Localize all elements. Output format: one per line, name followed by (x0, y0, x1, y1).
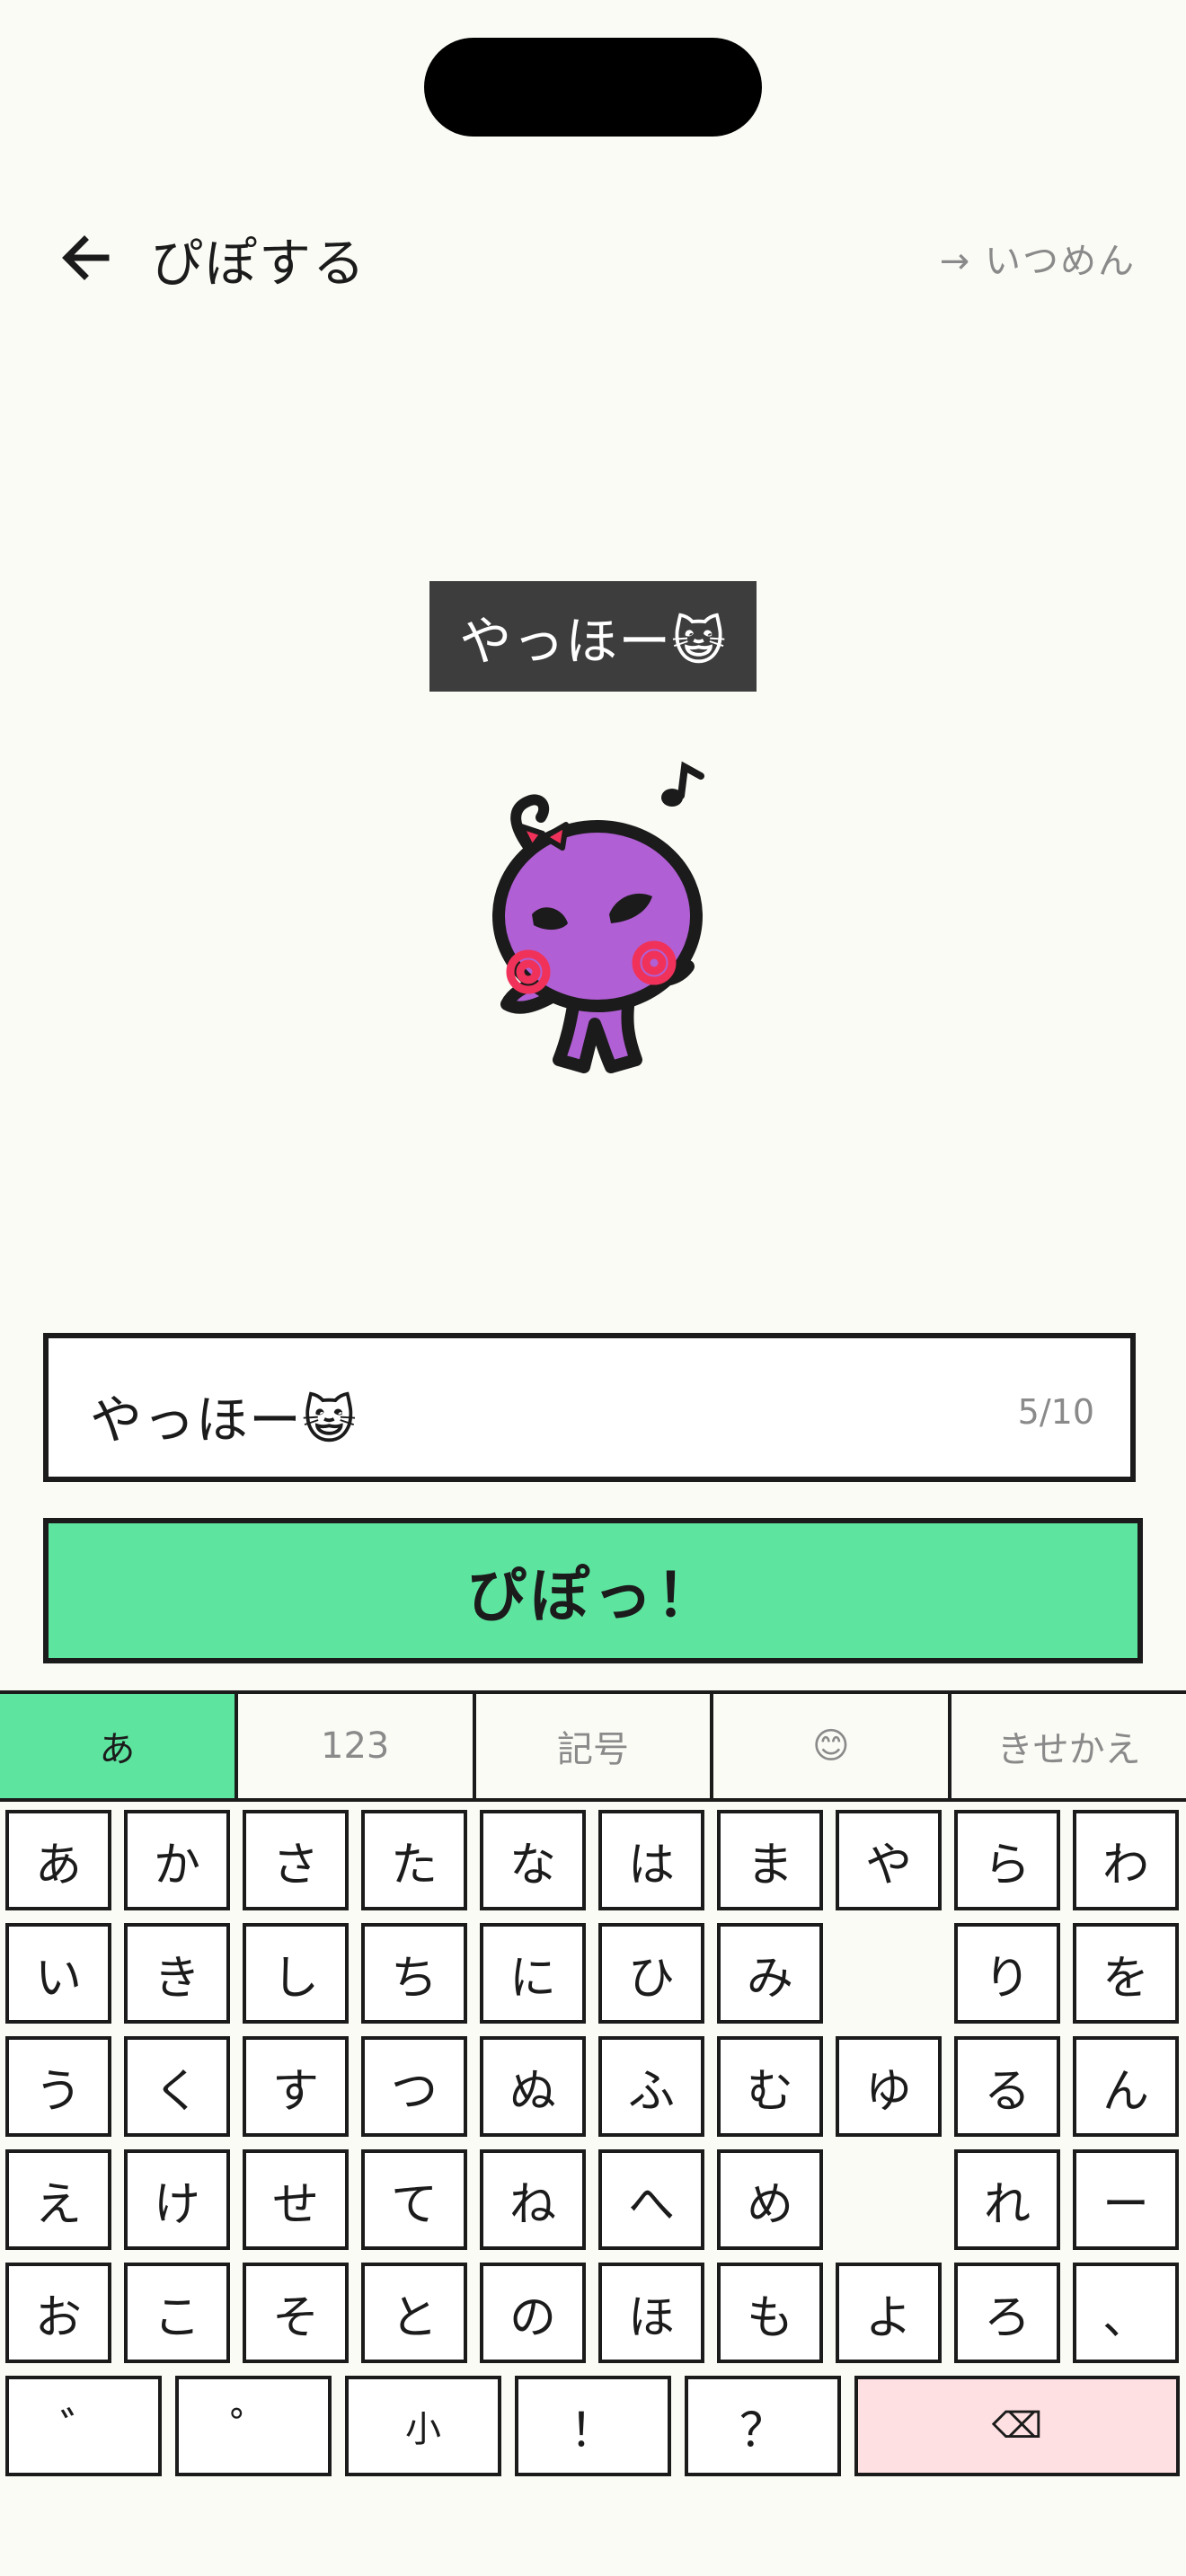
kana-key[interactable]: り (954, 1923, 1060, 2024)
kana-key[interactable]: も (717, 2263, 823, 2363)
keyboard-spacer (836, 2149, 942, 2250)
keyboard-tabs: あ 123 記号 😊 きせかえ (0, 1690, 1186, 1802)
exclamation-key[interactable]: ！ (515, 2376, 671, 2476)
kana-key[interactable]: ら (954, 1810, 1060, 1910)
kana-key[interactable]: め (717, 2149, 823, 2250)
arrow-left-icon (62, 235, 110, 280)
tab-numbers[interactable]: 123 (237, 1694, 476, 1798)
kana-key[interactable]: い (5, 1923, 111, 2024)
small-kana-key[interactable]: 小 (345, 2376, 501, 2476)
header: ぴぽする → いつめん (0, 207, 1186, 305)
tab-hiragana[interactable]: あ (0, 1694, 238, 1798)
kana-key[interactable]: よ (836, 2263, 942, 2363)
kana-key[interactable]: あ (5, 1810, 111, 1910)
kana-key[interactable]: ふ (598, 2036, 704, 2137)
backspace-icon[interactable]: ⌫ (854, 2376, 1180, 2476)
kana-key[interactable]: し (243, 1923, 349, 2024)
friends-link[interactable]: → いつめん (940, 232, 1136, 284)
kana-key[interactable]: ぬ (480, 2036, 586, 2137)
kana-key[interactable]: れ (954, 2149, 1060, 2250)
kana-key[interactable]: こ (124, 2263, 230, 2363)
kana-keyboard: あかさたなはまやらわいきしちにひみ りをうくすつぬふむゆるんえけせてねへめ れーおこ… (5, 1810, 1179, 2363)
tab-emoji[interactable]: 😊 (713, 1694, 952, 1798)
kana-key[interactable]: せ (243, 2149, 349, 2250)
kana-key[interactable]: る (954, 2036, 1060, 2137)
handakuten-key[interactable]: ゜ (175, 2376, 332, 2476)
speech-bubble: やっほー😺 (429, 581, 757, 692)
kana-key[interactable]: う (5, 2036, 111, 2137)
back-button[interactable] (56, 226, 119, 289)
keyboard-bottom-row: ゛゜小！？ ⌫ (5, 2376, 1182, 2476)
kana-key[interactable]: 、 (1073, 2263, 1179, 2363)
page-title: ぴぽする (151, 233, 367, 294)
kana-key[interactable]: す (243, 2036, 349, 2137)
message-input-value: やっほー😺 (90, 1389, 358, 1451)
kana-key[interactable]: か (124, 1810, 230, 1910)
kana-key[interactable]: け (124, 2149, 230, 2250)
message-input[interactable]: やっほー😺 5/10 (43, 1333, 1136, 1482)
kana-key[interactable]: ゆ (836, 2036, 942, 2137)
kana-key[interactable]: ち (361, 1923, 467, 2024)
character-illustration (492, 761, 704, 1073)
kana-key[interactable]: を (1073, 1923, 1179, 2024)
kana-key[interactable]: ね (480, 2149, 586, 2250)
kana-key[interactable]: や (836, 1810, 942, 1910)
tab-symbols[interactable]: 記号 (475, 1694, 714, 1798)
kana-key[interactable]: ま (717, 1810, 823, 1910)
dynamic-island (424, 38, 762, 137)
kana-key[interactable]: は (598, 1810, 704, 1910)
keyboard-spacer (836, 1923, 942, 2024)
kana-key[interactable]: え (5, 2149, 111, 2250)
send-button[interactable]: ぴぽっ！ (43, 1518, 1143, 1663)
kana-key[interactable]: に (480, 1923, 586, 2024)
kana-key[interactable]: ん (1073, 2036, 1179, 2137)
kana-key[interactable]: ろ (954, 2263, 1060, 2363)
kana-key[interactable]: わ (1073, 1810, 1179, 1910)
kana-key[interactable]: ー (1073, 2149, 1179, 2250)
dakuten-key[interactable]: ゛ (5, 2376, 162, 2476)
kana-key[interactable]: む (717, 2036, 823, 2137)
kana-key[interactable]: く (124, 2036, 230, 2137)
question-key[interactable]: ？ (685, 2376, 841, 2476)
kana-key[interactable]: ひ (598, 1923, 704, 2024)
music-note-icon (661, 761, 704, 807)
kana-key[interactable]: て (361, 2149, 467, 2250)
kana-key[interactable]: た (361, 1810, 467, 1910)
kana-key[interactable]: ほ (598, 2263, 704, 2363)
kana-key[interactable]: の (480, 2263, 586, 2363)
kana-key[interactable]: と (361, 2263, 467, 2363)
kana-key[interactable]: な (480, 1810, 586, 1910)
tab-dressup[interactable]: きせかえ (951, 1694, 1186, 1798)
kana-key[interactable]: へ (598, 2149, 704, 2250)
kana-key[interactable]: お (5, 2263, 111, 2363)
kana-key[interactable]: み (717, 1923, 823, 2024)
character-counter: 5/10 (1017, 1392, 1094, 1432)
kana-key[interactable]: そ (243, 2263, 349, 2363)
kana-key[interactable]: さ (243, 1810, 349, 1910)
kana-key[interactable]: つ (361, 2036, 467, 2137)
kana-key[interactable]: き (124, 1923, 230, 2024)
